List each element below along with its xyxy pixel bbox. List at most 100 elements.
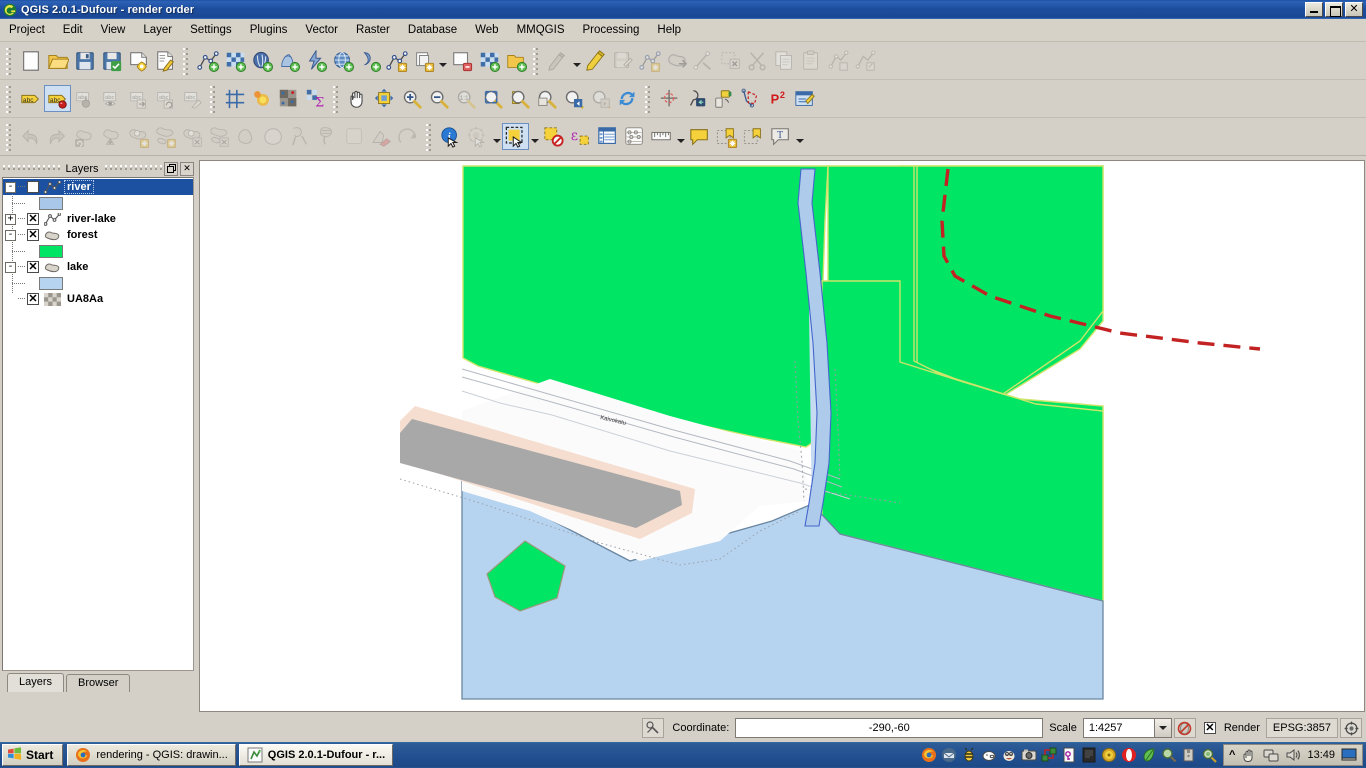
toolbar-drag-grip[interactable]	[5, 46, 14, 75]
heatmap-icon[interactable]	[248, 85, 275, 112]
identify-features-icon[interactable]: i	[437, 123, 464, 150]
firefox-icon[interactable]	[921, 747, 937, 763]
stop-render-icon[interactable]	[1173, 718, 1196, 738]
panel-drag-grip-right[interactable]	[103, 163, 162, 174]
refresh-icon[interactable]	[614, 85, 641, 112]
select-features-icon[interactable]	[502, 123, 529, 150]
save-project-icon[interactable]	[71, 47, 98, 74]
add-spatialite-layer-icon[interactable]	[275, 47, 302, 74]
network-connection-icon[interactable]	[1263, 747, 1279, 763]
p2-plugin-icon[interactable]: P2	[764, 85, 791, 112]
add-mssql-layer-icon[interactable]	[302, 47, 329, 74]
new-bookmark-icon[interactable]	[713, 123, 740, 150]
scale-dropdown-button[interactable]	[1154, 718, 1172, 738]
layers-tree[interactable]: - river + ✕ river-lake - ✕ forest - ✕ lake ✕ UA8Aa	[2, 177, 194, 671]
close-panel-button[interactable]: ✕	[180, 161, 194, 176]
metasearch-icon[interactable]	[737, 85, 764, 112]
menu-settings[interactable]: Settings	[181, 21, 241, 39]
pig-icon[interactable]	[981, 747, 997, 763]
network-icon[interactable]	[1041, 747, 1057, 763]
menu-plugins[interactable]: Plugins	[241, 21, 297, 39]
select-by-expression-icon[interactable]: ε	[567, 123, 594, 150]
message-log-icon[interactable]	[642, 718, 665, 738]
toolbar-drag-grip[interactable]	[644, 84, 653, 113]
annotation-dropdown[interactable]	[794, 123, 805, 150]
crs-status-icon[interactable]	[1340, 718, 1362, 738]
epsg-status-button[interactable]: EPSG:3857	[1265, 718, 1338, 738]
remove-layer-icon[interactable]	[475, 47, 502, 74]
field-calculator-icon[interactable]	[621, 123, 648, 150]
zoom-last-icon[interactable]	[560, 85, 587, 112]
layer-visibility-checkbox[interactable]	[27, 181, 39, 193]
magnifier-icon[interactable]	[1201, 747, 1217, 763]
menu-layer[interactable]: Layer	[134, 21, 181, 39]
new-project-icon[interactable]	[17, 47, 44, 74]
panel-tab-layers[interactable]: Layers	[7, 673, 65, 692]
gps-tools-icon[interactable]	[683, 85, 710, 112]
render-toggle[interactable]: ✕ Render	[1198, 722, 1266, 734]
georeferencer-icon[interactable]	[656, 85, 683, 112]
collapse-icon[interactable]: -	[5, 181, 16, 193]
toolbar-drag-grip[interactable]	[532, 46, 541, 75]
zonal-statistics-icon[interactable]: Σ	[302, 85, 329, 112]
maximize-button[interactable]	[1325, 2, 1343, 17]
opera-icon[interactable]	[1121, 747, 1137, 763]
pan-to-selection-icon[interactable]	[371, 85, 398, 112]
mail-icon[interactable]	[941, 747, 957, 763]
panel-tab-browser[interactable]: Browser	[66, 674, 131, 692]
layer-item-lake[interactable]: - ✕ lake	[3, 259, 193, 275]
map-tips-icon[interactable]	[686, 123, 713, 150]
float-panel-button[interactable]	[164, 161, 178, 176]
new-shapefile-dropdown[interactable]	[437, 47, 448, 74]
start-button[interactable]: Start	[2, 744, 64, 766]
render-checkbox[interactable]: ✕	[1203, 722, 1216, 734]
measure-dropdown[interactable]	[675, 123, 686, 150]
taskbar-item-1[interactable]: QGIS 2.0.1-Dufour - r...	[238, 744, 394, 766]
open-project-icon[interactable]	[44, 47, 71, 74]
composer-manager-icon[interactable]	[152, 47, 179, 74]
volume-icon[interactable]	[1285, 747, 1301, 763]
menu-raster[interactable]: Raster	[347, 21, 399, 39]
disc-icon[interactable]	[1101, 747, 1117, 763]
bee-icon[interactable]	[961, 747, 977, 763]
select-features-dropdown[interactable]	[529, 123, 540, 150]
menu-help[interactable]: Help	[648, 21, 690, 39]
toggle-editing-dropdown[interactable]	[571, 47, 582, 74]
add-group-icon[interactable]	[502, 47, 529, 74]
collapse-icon[interactable]: -	[5, 261, 16, 273]
show-bookmarks-icon[interactable]	[740, 123, 767, 150]
menu-vector[interactable]: Vector	[296, 21, 347, 39]
menu-processing[interactable]: Processing	[574, 21, 649, 39]
leaf-icon[interactable]	[1141, 747, 1157, 763]
zoom-to-layer-icon[interactable]	[533, 85, 560, 112]
raster-align-icon[interactable]	[275, 85, 302, 112]
coordinate-display[interactable]: -290,-60	[735, 718, 1044, 738]
text-annotation-icon[interactable]: T	[767, 123, 794, 150]
deselect-features-icon[interactable]	[540, 123, 567, 150]
label-stop-icon[interactable]: abc	[44, 85, 71, 112]
layer-visibility-checkbox[interactable]: ✕	[27, 213, 39, 225]
layer-item-ua8aa[interactable]: ✕ UA8Aa	[3, 291, 193, 307]
zoom-in-icon[interactable]	[398, 85, 425, 112]
layer-visibility-checkbox[interactable]: ✕	[27, 229, 39, 241]
add-wms-layer-icon[interactable]	[356, 47, 383, 74]
add-postgis-layer-icon[interactable]	[248, 47, 275, 74]
zoom-to-selection-icon[interactable]	[506, 85, 533, 112]
new-grid-icon[interactable]	[221, 85, 248, 112]
layer-item-river[interactable]: - river	[3, 179, 193, 195]
menu-project[interactable]: Project	[0, 21, 54, 39]
toolbar-drag-grip[interactable]	[5, 84, 14, 113]
menu-mmqgis[interactable]: MMQGIS	[508, 21, 574, 39]
hand-icon[interactable]	[1241, 747, 1257, 763]
menu-web[interactable]: Web	[466, 21, 507, 39]
zoom-full-icon[interactable]	[479, 85, 506, 112]
show-desktop-icon[interactable]	[1341, 747, 1357, 763]
label-icon[interactable]: abc	[17, 85, 44, 112]
collapse-icon[interactable]: -	[5, 229, 16, 241]
camera-icon[interactable]	[1021, 747, 1037, 763]
archive-icon[interactable]	[1181, 747, 1197, 763]
new-shapefile-layer-icon[interactable]	[410, 47, 437, 74]
open-attribute-table-icon[interactable]	[594, 123, 621, 150]
add-raster-layer-icon[interactable]	[221, 47, 248, 74]
layer-item-river-lake[interactable]: + ✕ river-lake	[3, 211, 193, 227]
